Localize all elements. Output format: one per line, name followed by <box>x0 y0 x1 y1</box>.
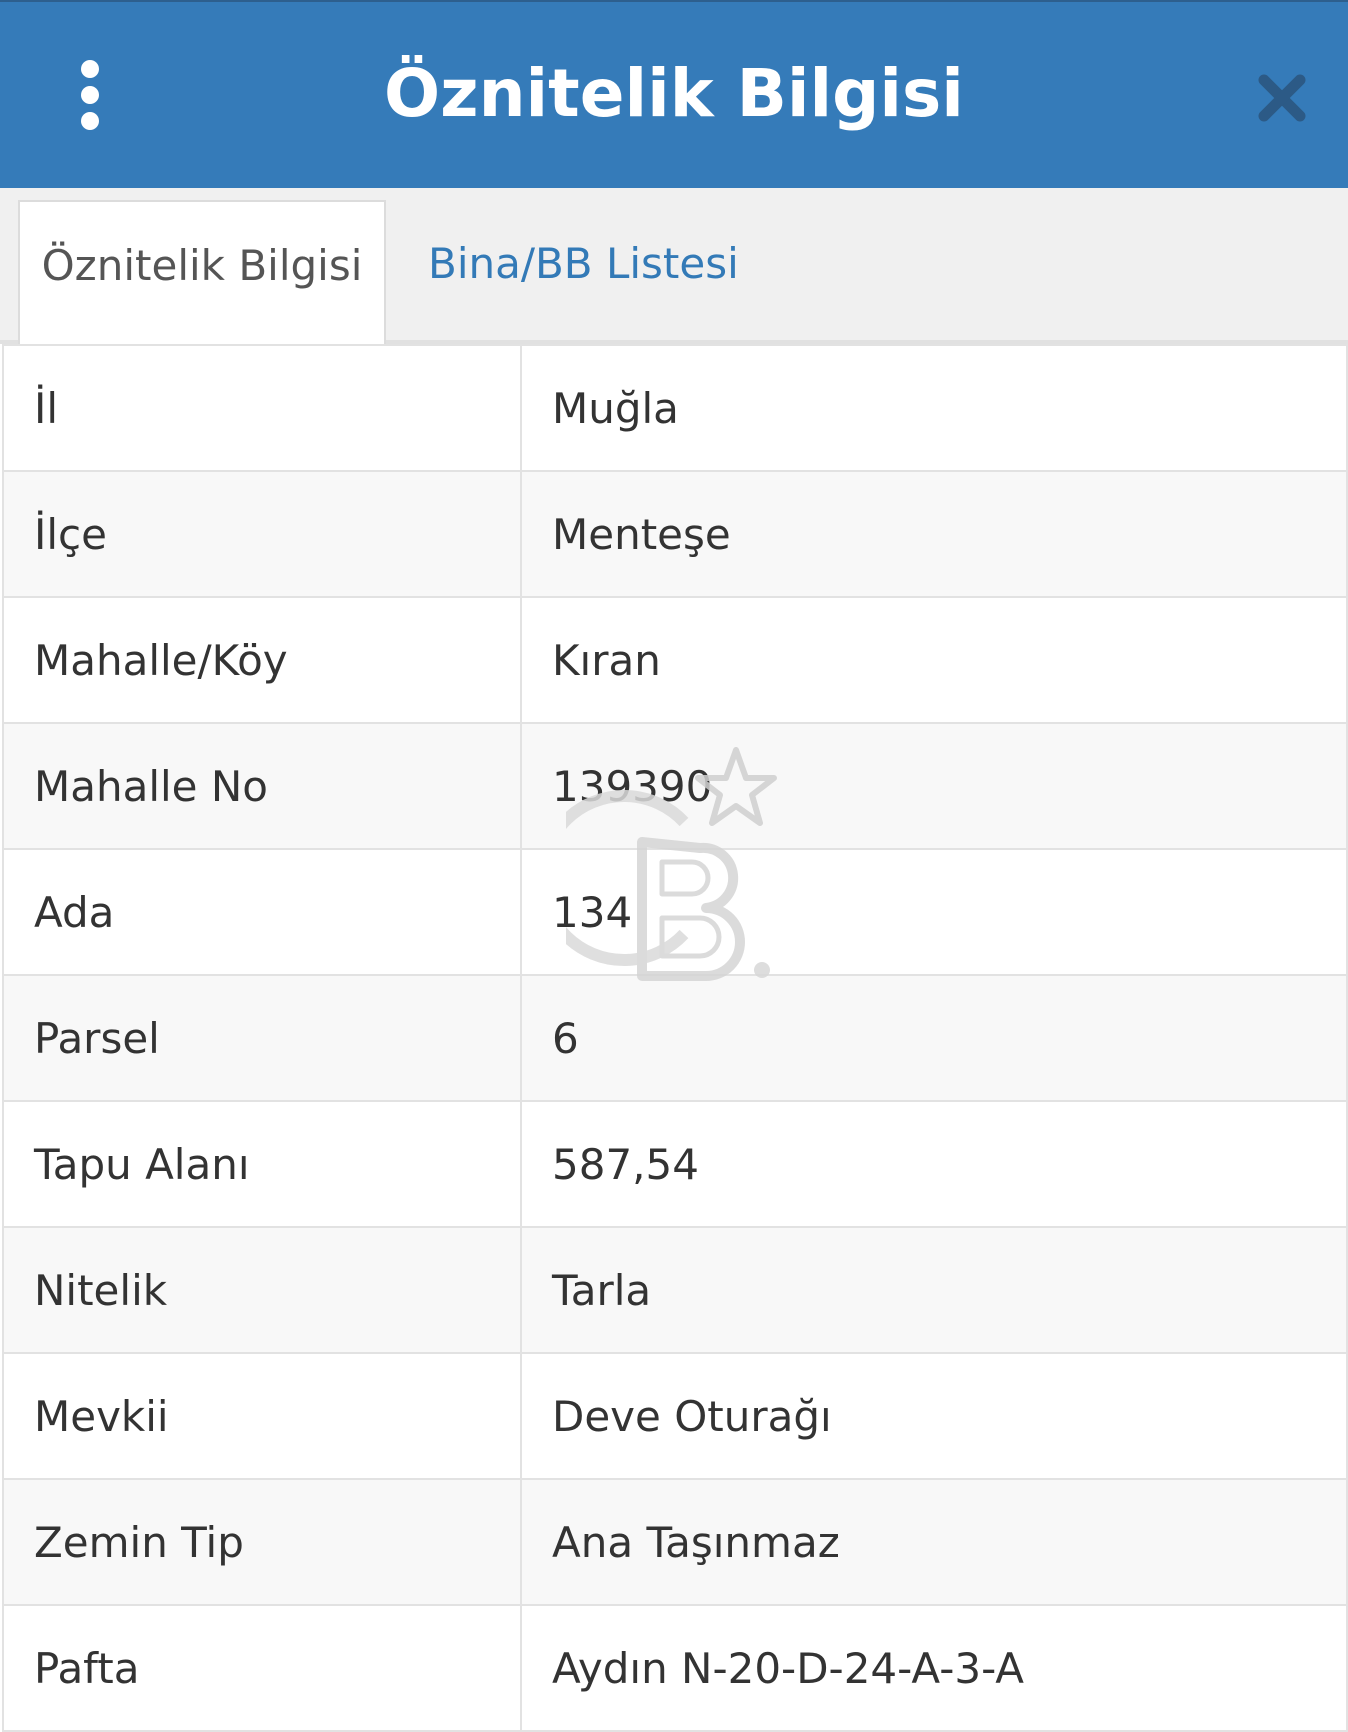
table-row: Mahalle No 139390 <box>2 722 1348 850</box>
attribute-key: Pafta <box>2 1604 522 1732</box>
attribute-value: 139390 <box>520 722 1348 850</box>
attribute-key: Tapu Alanı <box>2 1100 522 1228</box>
attribute-value: 6 <box>520 974 1348 1102</box>
table-row: Parsel 6 <box>2 974 1348 1102</box>
table-row: Nitelik Tarla <box>2 1226 1348 1354</box>
app-header: Öznitelik Bilgisi <box>0 0 1348 188</box>
attribute-value: 587,54 <box>520 1100 1348 1228</box>
attribute-key: Mevkii <box>2 1352 522 1480</box>
attribute-value: Tarla <box>520 1226 1348 1354</box>
attribute-key: Mahalle No <box>2 722 522 850</box>
table-row: İlçe Menteşe <box>2 470 1348 598</box>
attribute-value: 134 <box>520 848 1348 976</box>
table-row: Pafta Aydın N-20-D-24-A-3-A <box>2 1604 1348 1732</box>
table-row: İl Muğla <box>2 344 1348 472</box>
table-row: Ada 134 <box>2 848 1348 976</box>
attribute-key: Nitelik <box>2 1226 522 1354</box>
page-title: Öznitelik Bilgisi <box>384 55 964 132</box>
table-row: Zemin Tip Ana Taşınmaz <box>2 1478 1348 1606</box>
close-icon[interactable] <box>1256 72 1308 124</box>
table-row: Mevkii Deve Oturağı <box>2 1352 1348 1480</box>
attribute-key: Ada <box>2 848 522 976</box>
attribute-value: Deve Oturağı <box>520 1352 1348 1480</box>
table-row: Mahalle/Köy Kıran <box>2 596 1348 724</box>
tab-bina-bb-listesi[interactable]: Bina/BB Listesi <box>428 200 739 344</box>
attribute-value: Muğla <box>520 344 1348 472</box>
attribute-value: Menteşe <box>520 470 1348 598</box>
attribute-key: Parsel <box>2 974 522 1102</box>
attribute-value: Kıran <box>520 596 1348 724</box>
attribute-value: Aydın N-20-D-24-A-3-A <box>520 1604 1348 1732</box>
attribute-key: Mahalle/Köy <box>2 596 522 724</box>
attribute-value: Ana Taşınmaz <box>520 1478 1348 1606</box>
attribute-key: İl <box>2 344 522 472</box>
tab-bar: Öznitelik Bilgisi Bina/BB Listesi <box>0 188 1348 344</box>
attribute-key: İlçe <box>2 470 522 598</box>
table-row: Tapu Alanı 587,54 <box>2 1100 1348 1228</box>
tab-oznitelik-bilgisi[interactable]: Öznitelik Bilgisi <box>18 200 386 344</box>
attribute-key: Zemin Tip <box>2 1478 522 1606</box>
attribute-table: İl Muğla İlçe Menteşe Mahalle/Köy Kıran … <box>2 344 1348 1732</box>
